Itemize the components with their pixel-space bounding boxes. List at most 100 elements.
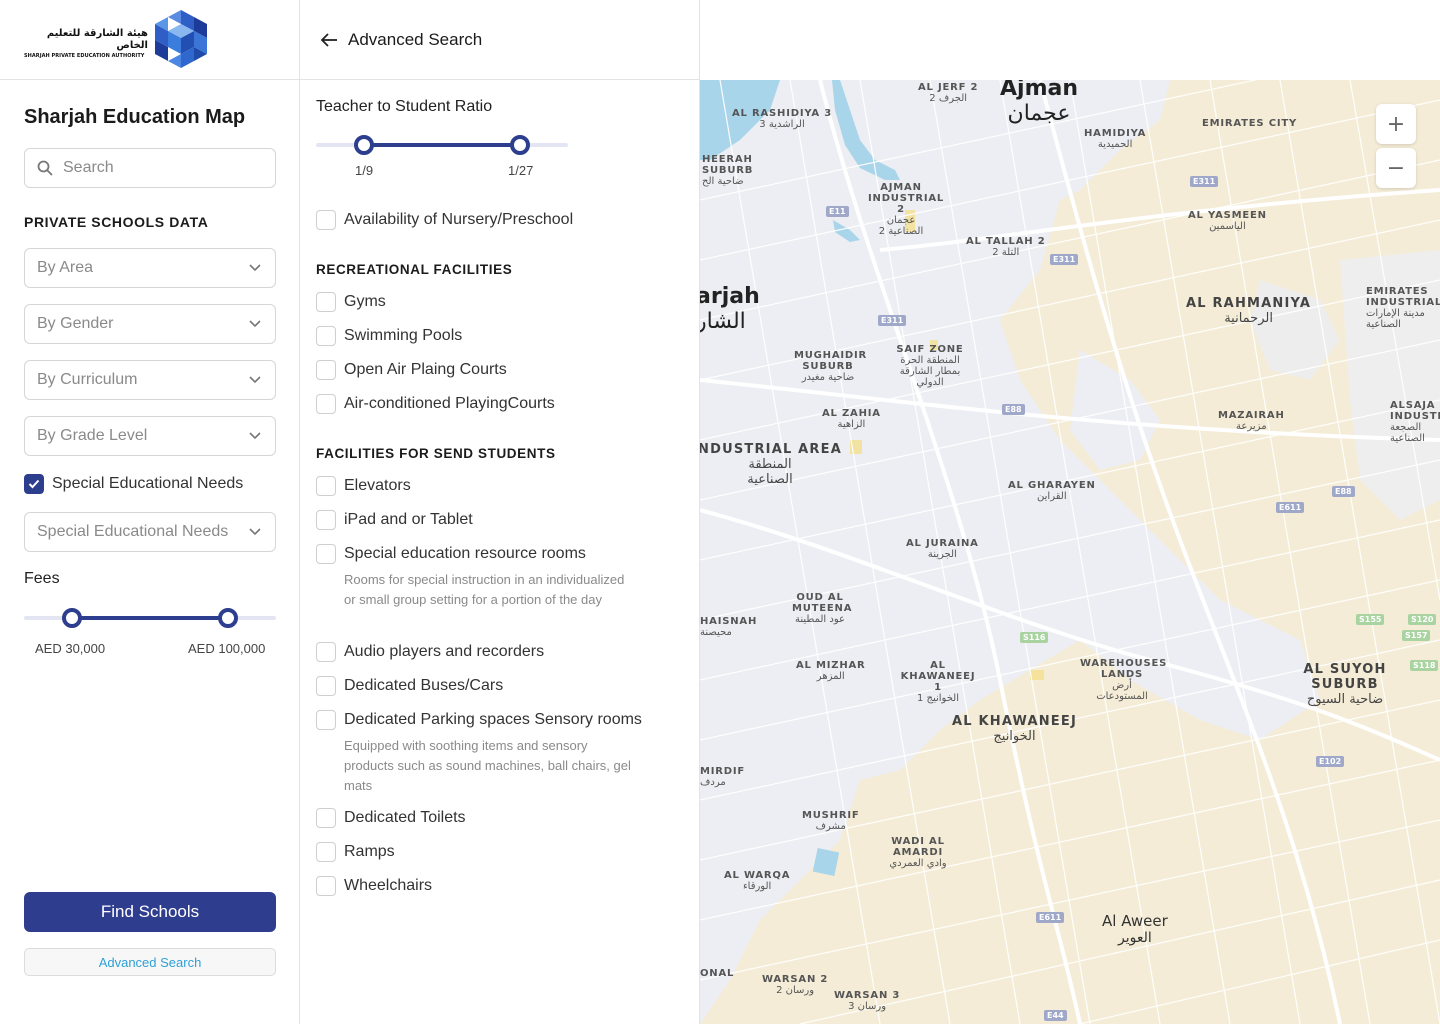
pools-checkbox[interactable]	[316, 326, 336, 346]
ac-courts-checkbox-row[interactable]: Air-conditioned PlayingCourts	[316, 394, 555, 414]
gyms-checkbox-row[interactable]: Gyms	[316, 292, 386, 312]
audio-players-checkbox[interactable]	[316, 642, 336, 662]
road-shield: E311	[1190, 176, 1219, 187]
road-shield: E11	[826, 206, 849, 217]
gender-select[interactable]: By Gender	[24, 304, 276, 344]
resource-rooms-description: Rooms for special instruction in an indi…	[344, 572, 625, 607]
elevators-checkbox[interactable]	[316, 476, 336, 496]
private-schools-section-title: PRIVATE SCHOOLS DATA	[24, 214, 209, 230]
sidebar: هيئة الشارقة للتعليم الخاص SHARJAH PRIVA…	[0, 0, 300, 1024]
toilets-label: Dedicated Toilets	[344, 809, 466, 826]
map-label-warsan-2: WARSAN 2 ورسان 2	[762, 974, 829, 996]
road-shield: E44	[1044, 1010, 1067, 1021]
grade-level-select-label: By Grade Level	[37, 427, 148, 444]
map-label-mushrif: MUSHRIF مشرف	[802, 810, 860, 832]
gyms-label: Gyms	[344, 293, 386, 310]
find-schools-button[interactable]: Find Schools	[24, 892, 276, 932]
ac-courts-checkbox[interactable]	[316, 394, 336, 414]
map-label-al-khawaneej-1: AL KHAWANEEJ 1 الخوانيج 1	[900, 660, 976, 704]
grade-level-select[interactable]: By Grade Level	[24, 416, 276, 456]
search-field[interactable]	[24, 148, 276, 188]
ratio-label: Teacher to Student Ratio	[316, 98, 493, 115]
ipad-checkbox-row[interactable]: iPad and or Tablet	[316, 510, 473, 530]
map-label-industrial-area: NDUSTRIAL AREA المنطقة الصناعية	[700, 442, 842, 487]
road-shield: E611	[1276, 502, 1305, 513]
open-air-courts-checkbox[interactable]	[316, 360, 336, 380]
resource-rooms-checkbox-row[interactable]: Special education resource rooms	[316, 544, 586, 564]
buses-checkbox-row[interactable]: Dedicated Buses/Cars	[316, 676, 503, 696]
map-label-emirates-industrial: EMIRATES INDUSTRIAL مدينة الإمارات الصناع…	[1366, 286, 1440, 330]
brand-name: هيئة الشارقة للتعليم الخاص SHARJAH PRIVA…	[24, 28, 148, 60]
ratio-min-handle[interactable]	[353, 135, 374, 155]
nursery-checkbox[interactable]	[316, 210, 336, 230]
send-section-title: FACILITIES FOR SEND STUDENTS	[316, 446, 556, 461]
chevron-down-icon	[249, 264, 261, 272]
nursery-checkbox-row[interactable]: Availability of Nursery/Preschool	[316, 210, 573, 230]
ramps-checkbox-row[interactable]: Ramps	[316, 842, 395, 862]
map-label-alsaja-industrial: ALSAJA INDUSTRالصجعة الصناعية	[1390, 400, 1440, 444]
fees-max-handle[interactable]	[218, 608, 239, 628]
area-select-label: By Area	[37, 259, 94, 276]
ipad-checkbox[interactable]	[316, 510, 336, 530]
elevators-checkbox-row[interactable]: Elevators	[316, 476, 411, 496]
map-label-al-zahia: AL ZAHIA الزاهية	[822, 408, 881, 430]
road-shield: E102	[1316, 756, 1345, 767]
advanced-search-panel: Advanced Search Teacher to Student Ratio…	[300, 0, 700, 1024]
zoom-out-button[interactable]: −	[1376, 148, 1416, 188]
map-label-al-rashidiya-3: AL RASHIDIYA 3 الراشدية 3	[732, 108, 833, 130]
road-shield: S157	[1402, 630, 1431, 641]
chevron-down-icon	[249, 320, 261, 328]
resource-rooms-checkbox[interactable]	[316, 544, 336, 564]
back-button[interactable]	[318, 29, 340, 51]
ramps-label: Ramps	[344, 843, 395, 860]
ipad-label: iPad and or Tablet	[344, 511, 473, 528]
wheelchairs-checkbox-row[interactable]: Wheelchairs	[316, 876, 432, 896]
buses-checkbox[interactable]	[316, 676, 336, 696]
map-label-emirates-city: EMIRATES CITY	[1202, 118, 1298, 129]
ratio-max-handle[interactable]	[510, 135, 531, 155]
map-label-al-warqa: AL WARQA الورقاء	[724, 870, 791, 892]
road-shield: E88	[1332, 486, 1355, 497]
open-air-courts-checkbox-row[interactable]: Open Air Plaing Courts	[316, 360, 507, 380]
zoom-in-button[interactable]: +	[1376, 104, 1416, 144]
fees-label: Fees	[24, 570, 60, 587]
map-base-layer	[700, 80, 1440, 1024]
map-label-warehouses-lands: WAREHOUSES LANDS أرض المستودعات	[1080, 658, 1168, 702]
sen-checkbox[interactable]	[24, 474, 44, 494]
fees-range-slider[interactable]	[24, 608, 276, 628]
map-label-al-gharayen: AL GHARAYEN القراين	[1008, 480, 1096, 502]
arrow-left-icon	[320, 32, 337, 47]
map-label-mazairah: MAZAIRAH مزيرعة	[1218, 410, 1285, 432]
buses-label: Dedicated Buses/Cars	[344, 677, 504, 694]
toilets-checkbox-row[interactable]: Dedicated Toilets	[316, 808, 466, 828]
open-air-courts-label: Open Air Plaing Courts	[344, 361, 507, 378]
chevron-down-icon	[249, 376, 261, 384]
toilets-checkbox[interactable]	[316, 808, 336, 828]
fees-min-handle[interactable]	[61, 608, 82, 628]
panel-header: Advanced Search	[300, 0, 699, 80]
logo-bar: هيئة الشارقة للتعليم الخاص SHARJAH PRIVA…	[0, 0, 299, 80]
map-label-onal: ONAL	[700, 968, 735, 979]
parking-sensory-checkbox[interactable]	[316, 710, 336, 730]
pools-checkbox-row[interactable]: Swimming Pools	[316, 326, 462, 346]
search-input[interactable]	[63, 159, 253, 177]
ratio-range-slider[interactable]	[316, 135, 568, 155]
wheelchairs-checkbox[interactable]	[316, 876, 336, 896]
audio-players-checkbox-row[interactable]: Audio players and recorders	[316, 642, 544, 662]
panel-title: Advanced Search	[348, 29, 483, 49]
sen-select[interactable]: Special Educational Needs	[24, 512, 276, 552]
advanced-search-button[interactable]: Advanced Search	[24, 948, 276, 976]
road-shield: E311	[1050, 254, 1079, 265]
road-shield: S120	[1408, 614, 1437, 625]
parking-sensory-checkbox-row[interactable]: Dedicated Parking spaces Sensory rooms	[316, 710, 642, 730]
map-view[interactable]: Ajman عجمان arjah الشار AL JERF 2 الجرف 2 A…	[700, 80, 1440, 1024]
sen-checkbox-row[interactable]: Special Educational Needs	[24, 474, 243, 494]
area-select[interactable]: By Area	[24, 248, 276, 288]
curriculum-select[interactable]: By Curriculum	[24, 360, 276, 400]
map-label-mirdif: MIRDIF مردف	[700, 766, 746, 788]
ramps-checkbox[interactable]	[316, 842, 336, 862]
map-label-muhaisnah: HAISNAH محيصنة	[700, 616, 758, 638]
search-icon	[37, 160, 53, 176]
map-label-al-khawaneej: AL KHAWANEEJ الخوانيج	[952, 714, 1077, 744]
gyms-checkbox[interactable]	[316, 292, 336, 312]
